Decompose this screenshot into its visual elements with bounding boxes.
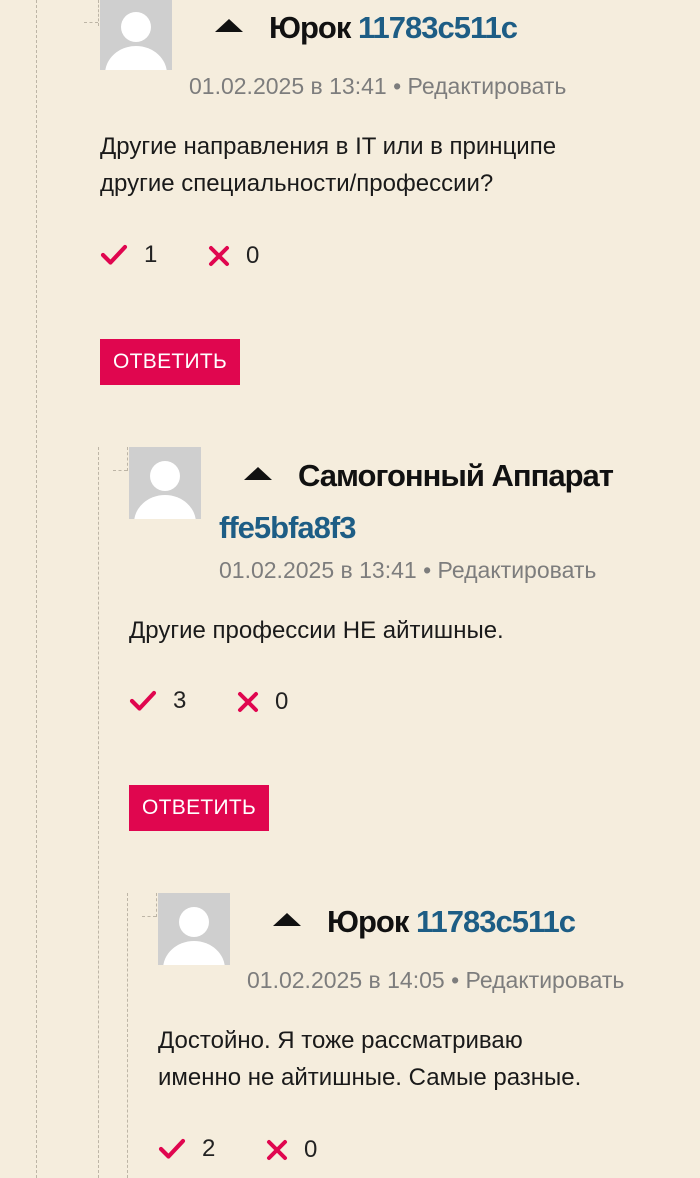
comment-header: Юрок 11783c511c — [273, 903, 576, 941]
default-user-avatar-icon — [158, 893, 230, 965]
upvote-count: 2 — [202, 1135, 216, 1162]
checkmark-icon — [158, 1138, 186, 1159]
author-id-link[interactable]: 11783c511c — [416, 904, 576, 939]
cross-icon — [267, 1140, 288, 1160]
vote-bar: 2 0 — [158, 1134, 317, 1169]
downvote-button[interactable]: 0 — [266, 1135, 317, 1165]
comment-text: Достойно. Я тоже рассматриваю именно не … — [158, 1022, 581, 1096]
meta-separator: • — [451, 967, 460, 993]
comment-meta: 01.02.2025 в 14:05 • Редактировать — [247, 965, 624, 995]
upvote-button[interactable]: 2 — [158, 1134, 215, 1164]
avatar[interactable] — [158, 893, 230, 965]
comment-datetime: 01.02.2025 в 14:05 — [247, 967, 445, 993]
triangle-up-icon[interactable] — [273, 913, 301, 927]
comment-text-line: именно не айтишные. Самые разные. — [158, 1064, 582, 1091]
comment-text-line: Достойно. Я тоже рассматриваю — [158, 1027, 523, 1054]
edit-link[interactable]: Редактировать — [466, 967, 625, 993]
downvote-count: 0 — [304, 1136, 318, 1163]
author-name[interactable]: Юрок — [327, 904, 409, 939]
comments-thread: Юрок 11783c511c 01.02.2025 в 13:41 • Ред… — [0, 0, 700, 1178]
comment: Юрок 11783c511c 01.02.2025 в 14:05 • Ред… — [0, 0, 700, 1178]
